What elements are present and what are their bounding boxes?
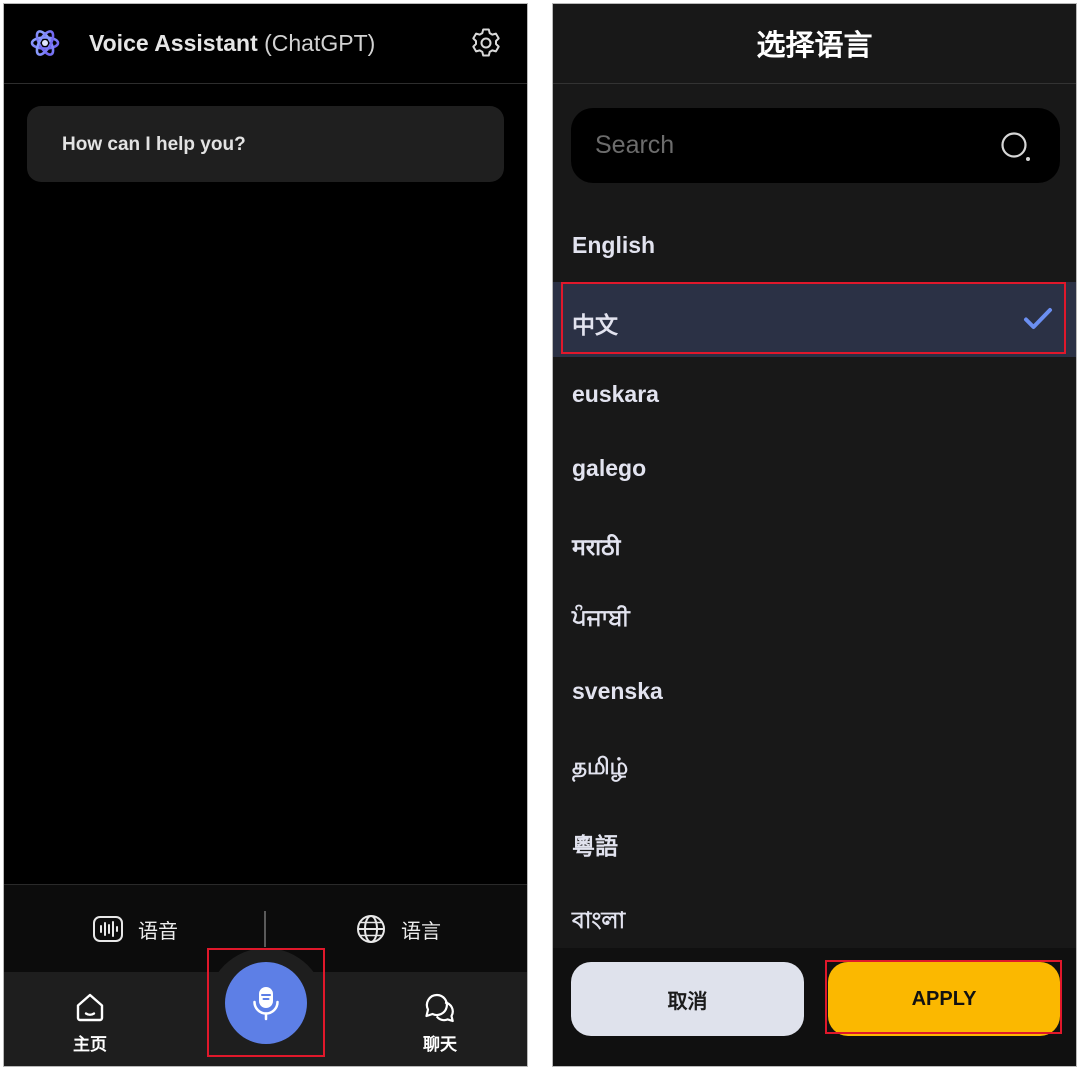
language-item[interactable]: मराठी (553, 506, 1076, 580)
language-item[interactable]: தமிழ் (553, 729, 1076, 803)
language-list: English 中文 euskara galego मराठी ਪੰਜਾਬੀ s… (553, 208, 1076, 952)
language-item-label: தமிழ் (572, 752, 629, 779)
language-item-label: मराठी (572, 533, 621, 560)
apply-button[interactable]: APPLY (828, 962, 1060, 1036)
language-item-label: 粵語 (572, 833, 618, 860)
language-item[interactable]: 粵語 (553, 803, 1076, 877)
language-item-label: svenska (572, 678, 663, 705)
language-button-label: 语言 (401, 920, 441, 943)
language-item-label: বাংলা (572, 906, 626, 933)
language-item-label: ਪੰਜਾਬੀ (572, 603, 630, 630)
language-item-label: 中文 (572, 312, 618, 339)
language-button[interactable]: 语言 (355, 909, 441, 949)
app-header: Voice Assistant (ChatGPT) (4, 4, 527, 84)
language-header: 选择语言 (553, 4, 1076, 84)
tool-divider (264, 911, 266, 947)
language-item[interactable]: বাংলা (553, 878, 1076, 952)
nav-home[interactable]: 主页 (50, 990, 130, 1055)
home-icon (76, 993, 104, 1022)
voice-button[interactable]: 语音 (92, 909, 178, 949)
soundwave-icon (93, 916, 123, 942)
search-input[interactable] (595, 108, 995, 183)
app-title-sub: (ChatGPT) (264, 30, 376, 56)
app-title-name: Voice Assistant (89, 30, 258, 56)
nav-chat[interactable]: 聊天 (400, 990, 480, 1055)
app-title: Voice Assistant (ChatGPT) (89, 30, 375, 57)
nav-home-label: 主页 (73, 1035, 107, 1054)
language-item[interactable]: svenska (553, 654, 1076, 728)
language-select-screen: 选择语言 English 中文 euskara galego मराठी ਪੰਜ… (552, 3, 1077, 1067)
language-item-selected[interactable]: 中文 (553, 282, 1076, 357)
language-item[interactable]: galego (553, 431, 1076, 505)
atom-logo-icon (30, 30, 60, 56)
search-icon[interactable] (999, 130, 1035, 166)
search-box (571, 108, 1060, 183)
microphone-button[interactable] (225, 962, 307, 1044)
page-title: 选择语言 (756, 30, 873, 62)
assistant-message: How can I help you? (27, 106, 504, 182)
assistant-message-text: How can I help you? (62, 134, 246, 155)
chat-bubbles-icon (425, 993, 454, 1023)
language-item[interactable]: English (553, 208, 1076, 282)
voice-assistant-screen: Voice Assistant (ChatGPT) How can I help… (3, 3, 528, 1067)
globe-icon (357, 915, 385, 943)
language-item[interactable]: euskara (553, 357, 1076, 431)
microphone-icon (253, 987, 279, 1021)
checkmark-icon (1024, 308, 1052, 330)
language-item-label: euskara (572, 380, 659, 407)
language-item-label: English (572, 232, 656, 258)
nav-chat-label: 聊天 (423, 1035, 457, 1054)
language-item-label: galego (572, 455, 647, 482)
voice-button-label: 语音 (138, 920, 178, 943)
action-footer: 取消 APPLY (553, 948, 1076, 1066)
language-item[interactable]: ਪੰਜਾਬੀ (553, 580, 1076, 654)
cancel-button[interactable]: 取消 (571, 962, 804, 1036)
gear-icon[interactable] (469, 26, 503, 60)
